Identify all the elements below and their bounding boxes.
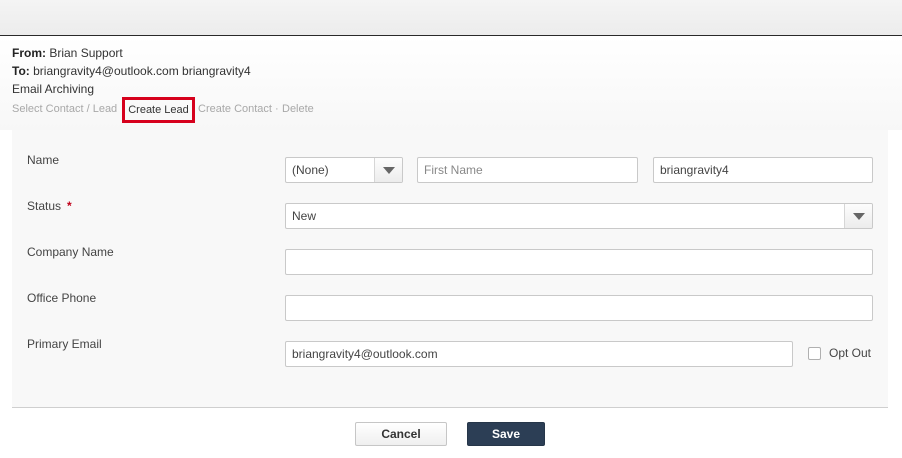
separator-dot: ·	[275, 103, 279, 115]
from-line: From: Brian Support	[12, 46, 123, 60]
form-divider	[12, 407, 888, 408]
company-name-label: Company Name	[27, 245, 114, 259]
office-phone-input[interactable]	[285, 295, 873, 321]
office-phone-label: Office Phone	[27, 291, 97, 305]
primary-email-label: Primary Email	[27, 337, 102, 351]
chevron-down-icon[interactable]	[374, 158, 402, 182]
opt-out-label: Opt Out	[829, 346, 872, 360]
chevron-down-icon[interactable]	[844, 204, 872, 228]
create-contact-label: Create Contact	[198, 103, 272, 115]
company-name-input[interactable]	[285, 249, 873, 275]
first-name-input[interactable]	[417, 157, 638, 183]
create-contact-link[interactable]: Create Contact ·	[198, 103, 279, 115]
to-line: To: briangravity4@outlook.com briangravi…	[12, 64, 251, 78]
salutation-select[interactable]: (None)	[285, 157, 403, 183]
required-marker: *	[67, 199, 72, 213]
salutation-value: (None)	[292, 163, 329, 177]
status-select[interactable]: New	[285, 203, 873, 229]
last-name-input[interactable]	[653, 157, 873, 183]
status-value: New	[292, 209, 317, 223]
create-lead-link[interactable]: Create Lead	[122, 97, 195, 123]
email-subject: Email Archiving	[12, 82, 95, 96]
to-value: briangravity4@outlook.com briangravity4	[33, 64, 251, 78]
status-label-text: Status	[27, 199, 62, 213]
select-contact-lead-link[interactable]: Select Contact / Lead	[12, 103, 117, 115]
save-button[interactable]: Save	[467, 422, 545, 446]
opt-out-checkbox[interactable]	[808, 346, 821, 360]
opt-out-control[interactable]: Opt Out	[808, 346, 871, 360]
name-label: Name	[27, 153, 60, 167]
window-top-bar	[0, 0, 902, 36]
from-label: From:	[12, 46, 46, 60]
cancel-button[interactable]: Cancel	[355, 422, 447, 446]
delete-link[interactable]: Delete	[282, 103, 314, 115]
primary-email-input[interactable]	[285, 341, 793, 367]
status-label: Status *	[27, 199, 72, 213]
to-label: To:	[12, 64, 30, 78]
from-value: Brian Support	[49, 46, 123, 60]
